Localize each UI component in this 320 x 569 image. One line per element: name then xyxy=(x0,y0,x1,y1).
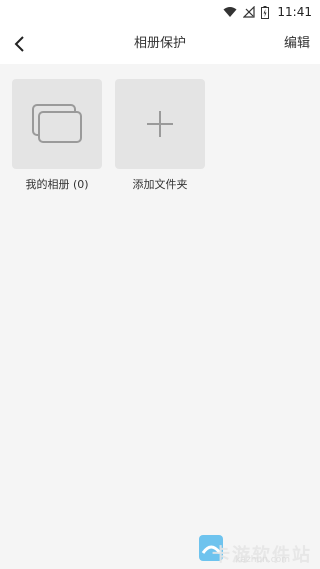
plus-icon xyxy=(147,111,173,137)
chevron-left-icon xyxy=(14,36,24,52)
page-title: 相册保护 xyxy=(133,36,186,51)
back-button[interactable] xyxy=(6,30,34,58)
nav-bar: 相册保护 编辑 xyxy=(0,24,320,64)
edit-button[interactable]: 编辑 xyxy=(284,24,310,64)
signal-icon xyxy=(243,6,256,18)
wifi-icon xyxy=(223,7,237,17)
add-folder-tile[interactable]: 添加文件夹 xyxy=(114,79,206,192)
album-tile-my-album[interactable]: 我的相册 (0) xyxy=(11,79,103,192)
watermark-subtext: kazhun.com xyxy=(235,555,291,565)
status-bar: 11:41 xyxy=(0,0,320,24)
status-time: 11:41 xyxy=(277,5,312,19)
album-grid: 我的相册 (0) 添加文件夹 卡游软件站 kazhun.com xyxy=(0,64,320,569)
add-folder-thumbnail xyxy=(115,79,205,169)
album-label: 我的相册 (0) xyxy=(25,178,89,191)
battery-icon xyxy=(261,5,270,19)
album-thumbnail xyxy=(12,79,102,169)
album-stack-icon xyxy=(32,104,82,143)
add-folder-label: 添加文件夹 xyxy=(132,178,188,191)
